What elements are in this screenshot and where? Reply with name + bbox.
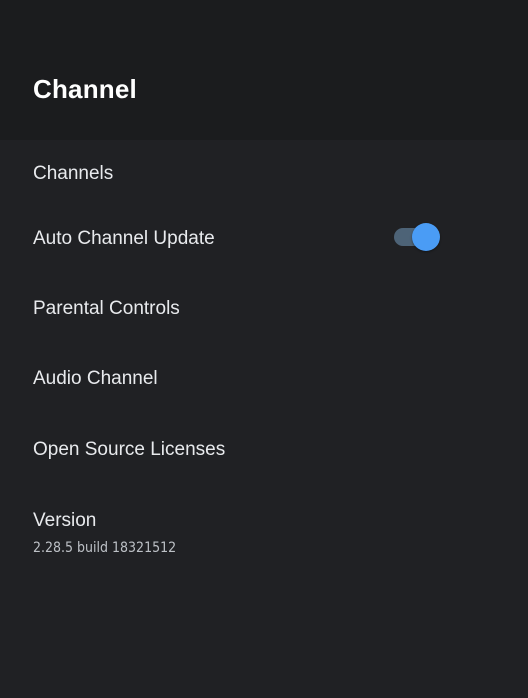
page-title: Channel — [33, 74, 137, 104]
menu-item-label: Auto Channel Update — [33, 228, 215, 249]
settings-screen: Channel Channels Auto Channel Update Par… — [0, 0, 528, 698]
menu-item-label: Parental Controls — [33, 298, 180, 319]
menu-item-label: Version — [33, 510, 97, 531]
toggle-thumb — [412, 223, 440, 251]
auto-channel-update-toggle[interactable] — [392, 222, 440, 251]
menu-item-channels[interactable]: Channels — [0, 140, 528, 200]
menu-item-version[interactable]: Version 2.28.5 build 18321512 — [0, 488, 528, 560]
menu-item-open-source-licenses[interactable]: Open Source Licenses — [0, 416, 528, 476]
menu-item-label: Channels — [33, 163, 114, 184]
page-header: Channel — [0, 0, 528, 140]
menu-item-audio-channel[interactable]: Audio Channel — [0, 346, 528, 406]
menu-item-auto-channel-update[interactable]: Auto Channel Update — [0, 206, 528, 266]
menu-item-label: Open Source Licenses — [33, 439, 226, 460]
menu-item-parental-controls[interactable]: Parental Controls — [0, 276, 528, 336]
menu-item-label: Audio Channel — [33, 368, 158, 389]
version-number: 2.28.5 build 18321512 — [33, 540, 177, 556]
